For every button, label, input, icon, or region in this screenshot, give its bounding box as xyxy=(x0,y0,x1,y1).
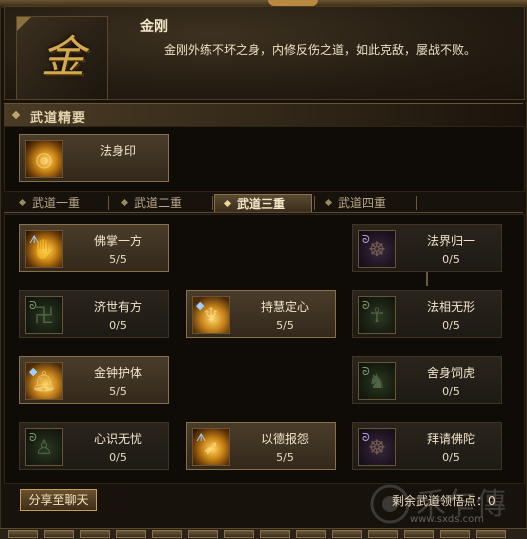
bottom-tab[interactable] xyxy=(152,530,182,538)
tab-tier-1[interactable]: 武道一重 xyxy=(10,194,106,212)
tab-tier-4[interactable]: 武道四重 xyxy=(316,194,414,212)
essence-card[interactable]: ◎ 法身印 xyxy=(19,134,169,182)
bottom-tab[interactable] xyxy=(260,530,290,538)
tab-diamond-icon xyxy=(324,198,333,207)
school-title: 金刚 xyxy=(140,19,168,35)
tiger-icon: ᘐ ♞ xyxy=(358,362,396,400)
bottom-tab[interactable] xyxy=(188,530,218,538)
bottom-tab[interactable] xyxy=(404,530,434,538)
skill-card-chihui[interactable]: ◆ ♆ 持慧定心 5/5 xyxy=(186,290,336,338)
skill-progress: 5/5 xyxy=(109,385,127,398)
shadow-figure-icon: ᘐ ☥ xyxy=(358,296,396,334)
skill-card-sheshen[interactable]: ᘐ ♞ 舍身饲虎 0/5 xyxy=(352,356,502,404)
emblem-calligraphy-icon: 金刚 xyxy=(41,32,85,157)
skill-progress: 0/5 xyxy=(442,451,460,464)
skill-progress: 5/5 xyxy=(276,451,294,464)
remaining-points: 剩余武道领悟点：0 xyxy=(392,494,496,508)
bottom-tab[interactable] xyxy=(476,530,506,538)
section-header: 武道精要 xyxy=(4,103,523,126)
skill-name: 济世有方 xyxy=(93,300,142,314)
tab-divider xyxy=(314,196,315,210)
bottom-tab[interactable] xyxy=(440,530,470,538)
skill-name: 舍身饲虎 xyxy=(426,366,475,380)
tab-diamond-icon xyxy=(223,199,232,208)
skill-progress: 0/5 xyxy=(442,385,460,398)
skill-progress: 0/5 xyxy=(109,451,127,464)
bottom-tab[interactable] xyxy=(80,530,110,538)
bottom-tab[interactable] xyxy=(224,530,254,538)
skill-name: 持慧定心 xyxy=(260,300,309,314)
tab-divider xyxy=(416,196,417,210)
golden-swirl-icon: ◎ xyxy=(25,140,63,178)
skill-card-faxiang[interactable]: ᘐ ☥ 法相无形 0/5 xyxy=(352,290,502,338)
essence-name: 法身印 xyxy=(99,144,136,158)
golden-palm-icon: ᗑ ✋ xyxy=(25,230,63,268)
bottom-tab[interactable] xyxy=(296,530,326,538)
skill-name: 以德报怨 xyxy=(260,432,309,446)
skill-card-yide[interactable]: ᗑ ➹ 以德报怨 5/5 xyxy=(186,422,336,470)
tab-divider xyxy=(108,196,109,210)
golden-strike-icon: ᗑ ➹ xyxy=(192,428,230,466)
tier-tabs: 武道一重 武道二重 武道三重 武道四重 xyxy=(4,194,523,214)
skill-card-xinshi[interactable]: ᘐ ♙ 心识无忧 0/5 xyxy=(19,422,169,470)
tab-diamond-icon xyxy=(120,198,129,207)
mind-figure-icon: ᘐ ♙ xyxy=(25,428,63,466)
tab-diamond-icon xyxy=(18,198,27,207)
tab-tier-3[interactable]: 武道三重 xyxy=(214,194,312,212)
skill-name: 法界归一 xyxy=(426,234,475,248)
skill-name: 法相无形 xyxy=(426,300,475,314)
school-emblem: 金刚 xyxy=(16,16,108,157)
bottom-tab[interactable] xyxy=(44,530,74,538)
skill-card-fajie[interactable]: ᘐ ☸ 法界归一 0/5 xyxy=(352,224,502,272)
swastika-icon: ᘐ卍 xyxy=(25,296,63,334)
skill-progress: 5/5 xyxy=(109,253,127,266)
meditation-icon: ◆ ♆ xyxy=(192,296,230,334)
bottom-tab[interactable] xyxy=(8,530,38,538)
skill-card-jinzhong[interactable]: ◆ 🔔︎ 金钟护体 5/5 xyxy=(19,356,169,404)
skill-name: 拜请佛陀 xyxy=(426,432,475,446)
buddha-icon: ᘐ ☸ xyxy=(358,428,396,466)
watermark-url: www.sxds.com xyxy=(410,514,485,525)
section-diamond-icon xyxy=(11,110,21,120)
skill-progress: 0/5 xyxy=(442,319,460,332)
tab-tier-2[interactable]: 武道二重 xyxy=(112,194,210,212)
share-to-chat-button[interactable]: 分享至聊天 xyxy=(20,489,97,511)
tab-divider xyxy=(212,196,213,210)
tabs-baseline xyxy=(4,212,523,213)
skill-card-baiqing[interactable]: ᘐ ☸ 拜请佛陀 0/5 xyxy=(352,422,502,470)
skill-card-jishi[interactable]: ᘐ卍 济世有方 0/5 xyxy=(19,290,169,338)
school-description: 金刚外练不坏之身，内修反伤之道，如此克敌，屡战不败。 xyxy=(164,43,477,57)
skill-name: 金钟护体 xyxy=(93,366,142,380)
golden-bell-icon: ◆ 🔔︎ xyxy=(25,362,63,400)
skill-card-fozhang[interactable]: ᗑ ✋ 佛掌一方 5/5 xyxy=(19,224,169,272)
skill-name: 佛掌一方 xyxy=(93,234,142,248)
bottom-tab[interactable] xyxy=(332,530,362,538)
section-title: 武道精要 xyxy=(30,111,87,126)
violet-rune-icon: ᘐ ☸ xyxy=(358,230,396,268)
bottom-tab[interactable] xyxy=(368,530,398,538)
skill-progress: 0/5 xyxy=(109,319,127,332)
skill-progress: 5/5 xyxy=(276,319,294,332)
bottom-tab[interactable] xyxy=(116,530,146,538)
skill-connector xyxy=(426,272,428,286)
skill-progress: 0/5 xyxy=(442,253,460,266)
skill-name: 心识无忧 xyxy=(93,432,142,446)
